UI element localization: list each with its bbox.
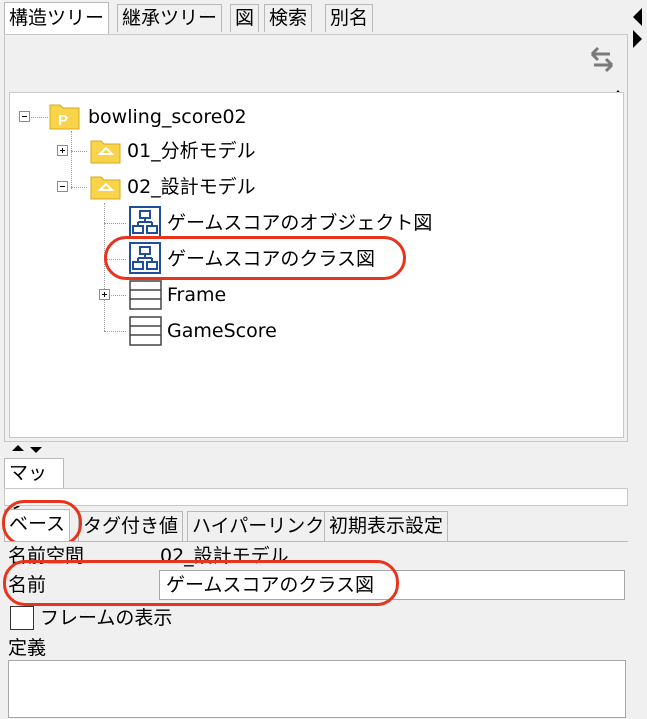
tree-connector (104, 331, 126, 332)
svg-text:P: P (58, 112, 68, 129)
expand-package1-toggle[interactable] (57, 145, 68, 156)
highlight-annotation (104, 236, 406, 280)
package-folder-icon (90, 140, 121, 164)
tree-item-root-label[interactable]: bowling_score02 (88, 105, 247, 129)
tree-item-package2-label[interactable]: 02_設計モデル (127, 175, 256, 199)
class-icon (129, 316, 162, 346)
right-edge-strip (628, 0, 647, 718)
tab-tagged-values[interactable]: タグ付き値 (78, 511, 184, 541)
tab-search[interactable]: 検索 (264, 4, 313, 32)
tree-item-package1-label[interactable]: 01_分析モデル (127, 139, 256, 163)
tab-initial-display[interactable]: 初期表示設定 (324, 511, 449, 541)
tab-hyperlink[interactable]: ハイパーリンク (187, 511, 330, 541)
project-icon: P (49, 104, 80, 130)
top-tab-bar: 構造ツリー 継承ツリー 図 検索 別名 (0, 0, 628, 34)
collapse-root-toggle[interactable] (19, 111, 30, 122)
diagram-icon (129, 206, 161, 238)
tab-diagram[interactable]: 図 (230, 4, 260, 32)
definition-label: 定義 (8, 637, 47, 659)
expand-right-icon[interactable] (633, 30, 642, 48)
expand-frame-toggle[interactable] (99, 289, 110, 300)
highlight-annotation (3, 560, 399, 606)
tree-connector (71, 131, 72, 189)
tree-item-frame-label[interactable]: Frame (167, 283, 226, 307)
definition-textarea[interactable] (8, 660, 626, 718)
tree-toolbar (6, 42, 622, 82)
class-icon (129, 280, 162, 310)
tab-map[interactable]: マップ (4, 458, 64, 513)
tree-item-diagram1-label[interactable]: ゲームスコアのオブジェクト図 (167, 211, 432, 235)
show-frame-checkbox[interactable] (10, 606, 34, 630)
tree-connector (71, 151, 87, 152)
tree-connector (71, 187, 87, 188)
tree-item-gamescore-label[interactable]: GameScore (167, 319, 277, 343)
collapse-left-icon[interactable] (633, 8, 642, 26)
show-frame-label: フレームの表示 (40, 607, 173, 629)
splitter-arrows-icon[interactable] (10, 444, 50, 456)
panel-splitter[interactable] (0, 444, 628, 456)
tab-structure-tree[interactable]: 構造ツリー (4, 2, 110, 34)
tab-inheritance-tree[interactable]: 継承ツリー (117, 4, 223, 32)
tree-connector (104, 223, 126, 224)
highlight-annotation (2, 500, 82, 546)
sync-arrows-icon[interactable] (588, 44, 616, 74)
package-folder-icon (90, 176, 121, 200)
tab-alias[interactable]: 別名 (325, 4, 374, 32)
collapse-package2-toggle[interactable] (57, 181, 68, 192)
map-panel (4, 488, 628, 506)
